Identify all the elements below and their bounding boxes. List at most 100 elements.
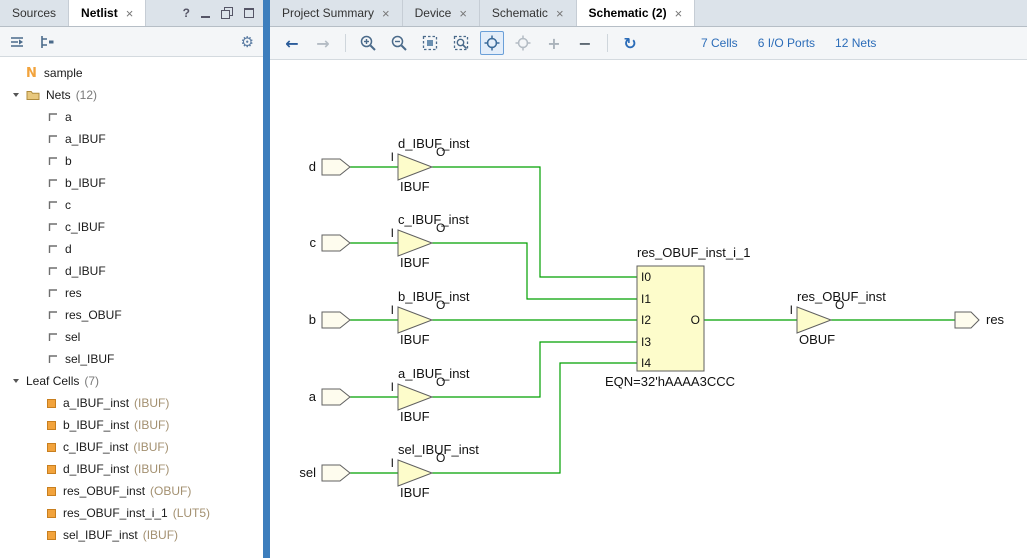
tree-row-net[interactable]: d_IBUF xyxy=(0,260,263,282)
zoom-in-button[interactable] xyxy=(356,31,380,55)
tree-row-cell[interactable]: b_IBUF_inst(IBUF) xyxy=(0,414,263,436)
maximize-icon[interactable] xyxy=(244,8,254,18)
cell-type: (IBUF) xyxy=(134,462,169,476)
tab-label: Netlist xyxy=(81,6,118,20)
ibuf-c[interactable]: c_IBUF_inst I O IBUF xyxy=(391,212,470,270)
tab-schematic-2[interactable]: Schematic (2) × xyxy=(577,0,696,26)
port-shape[interactable] xyxy=(322,465,350,481)
tree-row-net[interactable]: a_IBUF xyxy=(0,128,263,150)
tree-row-net[interactable]: d xyxy=(0,238,263,260)
tab-project-summary[interactable]: Project Summary × xyxy=(270,0,403,26)
tree-label: res_OBUF xyxy=(65,308,122,322)
tab-schematic[interactable]: Schematic × xyxy=(480,0,577,26)
output-port-res[interactable]: res xyxy=(955,312,1005,328)
port-label: b xyxy=(309,312,316,327)
pin-label: I xyxy=(790,303,793,317)
tab-sources[interactable]: Sources xyxy=(0,0,69,26)
cell-icon xyxy=(47,531,56,540)
chevron-down-icon[interactable] xyxy=(13,93,19,97)
close-icon[interactable]: × xyxy=(556,6,564,21)
tree-row-cell[interactable]: res_OBUF_inst_i_1(LUT5) xyxy=(0,502,263,524)
zoom-to-selection-button[interactable] xyxy=(449,31,473,55)
remove-button[interactable]: − xyxy=(573,31,597,55)
tree-row-cell[interactable]: c_IBUF_inst(IBUF) xyxy=(0,436,263,458)
pin-label: I xyxy=(391,226,394,240)
tree-label: sel xyxy=(65,330,80,344)
buffer-symbol[interactable] xyxy=(797,307,831,333)
cells-count-link[interactable]: 7 Cells xyxy=(701,36,738,50)
regenerate-button[interactable]: ↻ xyxy=(618,31,642,55)
tree-row-root[interactable]: N sample xyxy=(0,62,263,84)
tab-netlist[interactable]: Netlist × xyxy=(69,0,146,26)
buffer-symbol[interactable] xyxy=(398,384,432,410)
port-shape[interactable] xyxy=(322,389,350,405)
input-port-sel[interactable]: sel xyxy=(299,465,350,481)
port-shape[interactable] xyxy=(322,235,350,251)
input-port-d[interactable]: d xyxy=(309,159,350,175)
tree-row-net[interactable]: sel_IBUF xyxy=(0,348,263,370)
settings-gear-icon[interactable]: ⚙ xyxy=(241,33,254,51)
back-button[interactable]: ← xyxy=(280,31,304,55)
tree-row-net[interactable]: c xyxy=(0,194,263,216)
tree-label: Nets xyxy=(46,88,71,102)
right-tab-bar: Project Summary × Device × Schematic × S… xyxy=(270,0,1027,27)
nets-count-link[interactable]: 12 Nets xyxy=(835,36,876,50)
zoom-out-button[interactable] xyxy=(387,31,411,55)
collapse-all-icon[interactable] xyxy=(9,34,25,50)
panel-divider[interactable] xyxy=(263,0,270,558)
input-port-b[interactable]: b xyxy=(309,312,350,328)
chevron-down-icon[interactable] xyxy=(13,379,19,383)
tree-row-cell[interactable]: res_OBUF_inst(OBUF) xyxy=(0,480,263,502)
tree-row-leaf-cells-group[interactable]: Leaf Cells (7) xyxy=(0,370,263,392)
tree-label: res_OBUF_inst xyxy=(63,484,145,498)
tree-label: res_OBUF_inst_i_1 xyxy=(63,506,168,520)
tree-label: d_IBUF_inst xyxy=(63,462,129,476)
folder-icon xyxy=(26,89,40,101)
port-shape[interactable] xyxy=(322,159,350,175)
help-icon[interactable]: ? xyxy=(183,6,190,20)
expand-all-icon[interactable] xyxy=(39,34,55,50)
io-ports-count-link[interactable]: 6 I/O Ports xyxy=(758,36,815,50)
minimize-icon[interactable] xyxy=(201,16,210,18)
lut5-cell[interactable]: res_OBUF_inst_i_1 I0 I1 I2 I3 I4 O EQN=3… xyxy=(605,245,750,389)
tree-row-net[interactable]: res xyxy=(0,282,263,304)
obuf-res[interactable]: res_OBUF_inst I O OBUF xyxy=(790,289,887,347)
tab-label: Schematic (2) xyxy=(589,6,667,20)
tree-row-cell[interactable]: a_IBUF_inst(IBUF) xyxy=(0,392,263,414)
close-icon[interactable]: × xyxy=(675,6,683,21)
ibuf-a[interactable]: a_IBUF_inst I O IBUF xyxy=(391,366,470,424)
port-shape[interactable] xyxy=(955,312,979,328)
schematic-canvas[interactable]: d d_IBUF_inst I O IBUF c c_IBUF_inst xyxy=(270,60,1027,558)
buffer-symbol[interactable] xyxy=(398,460,432,486)
tree-row-net[interactable]: b xyxy=(0,150,263,172)
float-icon[interactable] xyxy=(221,7,233,19)
tab-device[interactable]: Device × xyxy=(403,0,480,26)
ibuf-sel[interactable]: sel_IBUF_inst I O IBUF xyxy=(391,442,480,500)
tree-row-net[interactable]: a xyxy=(0,106,263,128)
buffer-symbol[interactable] xyxy=(398,230,432,256)
cell-icon xyxy=(47,465,56,474)
tree-row-net[interactable]: res_OBUF xyxy=(0,304,263,326)
tree-row-nets-group[interactable]: Nets (12) xyxy=(0,84,263,106)
ibuf-b[interactable]: b_IBUF_inst I O IBUF xyxy=(391,289,470,347)
ibuf-d[interactable]: d_IBUF_inst I O IBUF xyxy=(391,136,470,194)
tree-row-cell[interactable]: sel_IBUF_inst(IBUF) xyxy=(0,524,263,546)
input-port-a[interactable]: a xyxy=(309,389,350,405)
tree-row-net[interactable]: b_IBUF xyxy=(0,172,263,194)
tree-label: d_IBUF xyxy=(65,264,106,278)
autofit-selection-button[interactable] xyxy=(480,31,504,55)
tree-label: b xyxy=(65,154,72,168)
pin-label: O xyxy=(691,313,700,327)
buffer-symbol[interactable] xyxy=(398,154,432,180)
close-icon[interactable]: × xyxy=(382,6,390,21)
close-icon[interactable]: × xyxy=(126,6,134,21)
zoom-fit-button[interactable] xyxy=(418,31,442,55)
tree-row-cell[interactable]: d_IBUF_inst (IBUF) xyxy=(0,458,263,480)
tree-row-net[interactable]: sel xyxy=(0,326,263,348)
close-icon[interactable]: × xyxy=(459,6,467,21)
port-shape[interactable] xyxy=(322,312,350,328)
tree-row-net[interactable]: c_IBUF xyxy=(0,216,263,238)
buffer-symbol[interactable] xyxy=(398,307,432,333)
input-port-c[interactable]: c xyxy=(310,235,351,251)
cell-icon xyxy=(47,443,56,452)
